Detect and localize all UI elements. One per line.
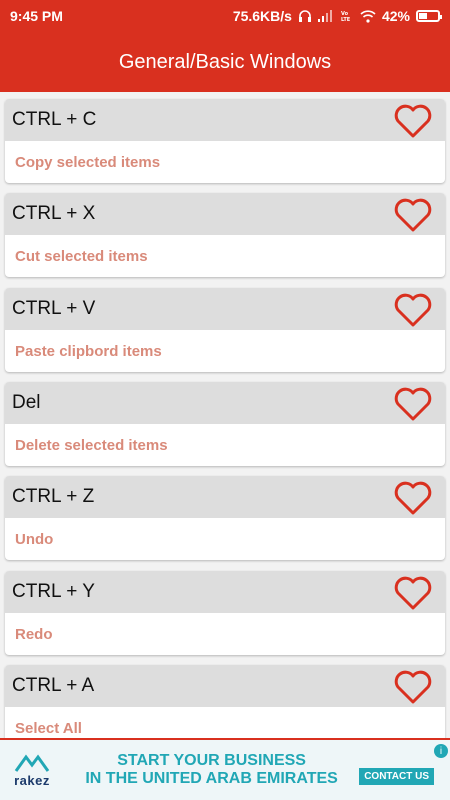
ad-headline: START YOUR BUSINESS IN THE UNITED ARAB E…	[64, 752, 359, 788]
shortcut-keys: CTRL + V	[12, 298, 96, 319]
favorite-heart-icon[interactable]	[393, 386, 433, 422]
shortcut-keys: Del	[12, 392, 41, 413]
volte-icon: Vo LTE	[340, 9, 354, 23]
battery-icon	[416, 10, 442, 22]
ad-banner[interactable]: rakez START YOUR BUSINESS IN THE UNITED …	[0, 738, 450, 800]
shortcut-card[interactable]: CTRL + V Paste clipbord items	[5, 288, 445, 372]
status-bar: 9:45 PM 75.6KB/s Vo LTE 42%	[0, 0, 450, 32]
favorite-heart-icon[interactable]	[393, 103, 433, 139]
shortcut-header: CTRL + X	[5, 193, 445, 235]
status-indicators: 75.6KB/s Vo LTE 42%	[232, 8, 442, 24]
shortcut-description: Cut selected items	[15, 247, 148, 265]
ad-headline-line2: IN THE UNITED ARAB EMIRATES	[85, 770, 338, 787]
shortcut-keys: CTRL + Y	[12, 581, 95, 602]
shortcut-keys: CTRL + Z	[12, 486, 95, 507]
favorite-heart-icon[interactable]	[393, 669, 433, 705]
battery-fill	[419, 13, 427, 19]
shortcut-keys: CTRL + X	[12, 203, 96, 224]
status-time: 9:45 PM	[10, 8, 63, 24]
shortcut-card[interactable]: CTRL + C Copy selected items	[5, 99, 445, 183]
shortcut-description: Undo	[15, 530, 54, 548]
shortcut-list[interactable]: CTRL + C Copy selected items CTRL + X Cu…	[0, 92, 450, 738]
favorite-heart-icon[interactable]	[393, 480, 433, 516]
shortcut-header: CTRL + C	[5, 99, 445, 141]
shortcut-header: CTRL + A	[5, 665, 445, 707]
app-bar: General/Basic Windows	[0, 32, 450, 92]
battery-percent: 42%	[381, 8, 410, 24]
shortcut-card[interactable]: CTRL + X Cut selected items	[5, 193, 445, 277]
network-speed: 75.6KB/s	[232, 8, 292, 24]
shortcut-header: Del	[5, 382, 445, 424]
shortcut-card[interactable]: CTRL + Y Redo	[5, 571, 445, 655]
ad-headline-line1: START YOUR BUSINESS	[117, 752, 306, 769]
page-title: General/Basic Windows	[118, 50, 332, 73]
shortcut-description: Redo	[15, 625, 53, 643]
shortcut-card[interactable]: CTRL + Z Undo	[5, 476, 445, 560]
rakez-logo-icon	[14, 753, 50, 772]
signal-icon	[317, 10, 334, 22]
favorite-heart-icon[interactable]	[393, 197, 433, 233]
shortcut-header: CTRL + Z	[5, 476, 445, 518]
shortcut-card[interactable]: Del Delete selected items	[5, 382, 445, 466]
ad-logo: rakez	[0, 753, 64, 788]
favorite-heart-icon[interactable]	[393, 292, 433, 328]
shortcut-keys: CTRL + A	[12, 675, 95, 696]
shortcut-description: Paste clipbord items	[15, 342, 162, 360]
shortcut-header: CTRL + Y	[5, 571, 445, 613]
shortcut-keys: CTRL + C	[12, 109, 97, 130]
shortcut-description: Select All	[15, 719, 82, 737]
contact-us-button[interactable]: CONTACT US	[359, 767, 434, 785]
svg-text:LTE: LTE	[341, 17, 351, 23]
wifi-icon	[360, 9, 376, 23]
headphones-icon	[298, 9, 312, 23]
shortcut-header: CTRL + V	[5, 288, 445, 330]
shortcut-description: Delete selected items	[15, 436, 168, 454]
ad-info-icon[interactable]: i	[434, 744, 448, 758]
shortcut-card[interactable]: CTRL + A Select All	[5, 665, 445, 738]
shortcut-description: Copy selected items	[15, 153, 161, 171]
favorite-heart-icon[interactable]	[393, 575, 433, 611]
ad-brand: rakez	[14, 772, 50, 788]
